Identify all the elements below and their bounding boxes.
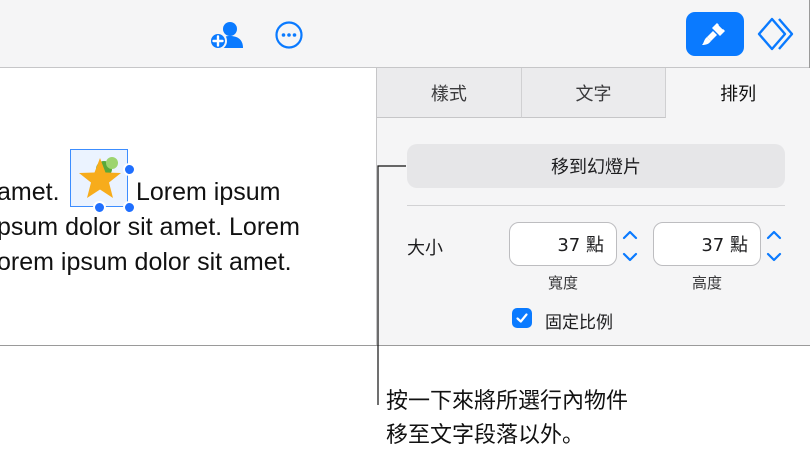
callout-line-2: 移至文字段落以外。 <box>386 423 585 448</box>
callout-caption: 按一下來將所選行內物件 移至文字段落以外。 <box>386 385 716 453</box>
callout-line-1: 按一下來將所選行內物件 <box>386 389 629 414</box>
